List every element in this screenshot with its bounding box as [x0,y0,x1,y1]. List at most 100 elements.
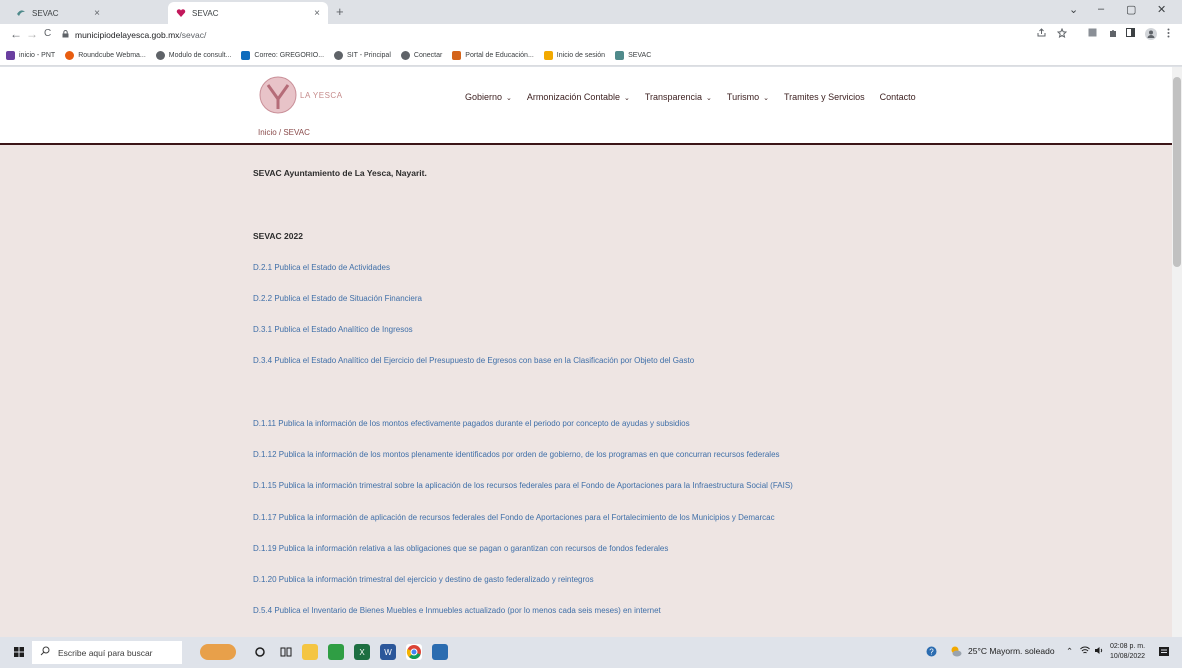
profile-avatar-icon[interactable] [1145,28,1157,43]
chrome-icon[interactable] [406,644,422,660]
excel-icon[interactable]: X [354,644,370,660]
document-link[interactable]: D.1.19 Publica la información relativa a… [253,544,668,553]
wifi-icon[interactable] [1080,646,1090,657]
page-scrollbar[interactable] [1172,67,1182,637]
bookmark-item[interactable]: Portal de Educación... [452,51,534,60]
document-link[interactable]: D.3.1 Publica el Estado Analítico de Ing… [253,325,413,334]
page-viewport: LA YESCA Gobierno ⌄ Armonización Contable… [0,67,1182,637]
section-heading: SEVAC 2022 [253,231,303,241]
bookmark-label: Inicio de sesión [556,52,606,59]
share-icon[interactable] [1037,28,1046,40]
close-tab-icon[interactable]: × [94,8,100,19]
bookmark-item[interactable]: inicio - PNT [6,51,55,60]
bookmark-item[interactable]: Roundcube Webma... [65,51,146,60]
minimize-button[interactable]: – [1098,3,1104,15]
extensions-puzzle-icon[interactable] [1108,28,1118,41]
nav-label: Tramites y Servicios [783,92,865,102]
chevron-down-icon: ⌄ [763,95,769,102]
nav-contacto[interactable]: Contacto [880,92,916,102]
system-clock[interactable]: 02:08 p. m. 10/08/2022 [1110,642,1145,662]
tab-search-icon[interactable]: ⌄ [1069,3,1078,16]
globe-icon [155,51,165,60]
document-link[interactable]: D.1.12 Publica la información de los mon… [253,450,780,459]
nav-label: Contacto [879,92,916,102]
document-link[interactable]: D.3.4 Publica el Estado Analítico del Ej… [253,356,694,365]
nav-transparencia[interactable]: Transparencia ⌄ [645,92,712,102]
notifications-icon[interactable] [1158,646,1170,660]
help-icon[interactable]: ? [926,646,937,659]
address-bar[interactable]: municipiodelayesca.gob.mx/sevac/ [62,26,1032,44]
bookmark-item[interactable]: Inicio de sesión [543,51,606,60]
bookmark-label: SEVAC [628,52,652,59]
restore-button[interactable]: ▢ [1126,3,1136,16]
bookmark-star-icon[interactable] [1056,27,1068,41]
windows-start-icon[interactable] [14,647,24,660]
search-icon [40,646,50,659]
bookmark-item[interactable]: SIT - Principal [334,51,391,60]
clock-time: 02:08 p. m. [1110,643,1146,650]
login-icon [543,51,553,60]
document-link[interactable]: D.2.1 Publica el Estado de Actividades [253,263,390,272]
breadcrumb[interactable]: Inicio / SEVAC [258,128,310,137]
tab-title: SEVAC [192,8,219,18]
nav-armonizacion-contable[interactable]: Armonización Contable ⌄ [527,92,630,102]
bookmark-item[interactable]: Correo: GREGORIO... [241,51,324,60]
nav-gobierno[interactable]: Gobierno ⌄ [465,92,512,102]
sevac-favicon-icon [16,8,26,18]
show-hidden-icons-icon[interactable]: ⌃ [1066,646,1073,657]
weather-icon[interactable] [950,646,962,659]
file-explorer-icon[interactable] [302,644,318,660]
side-panel-icon[interactable] [1126,28,1135,40]
globe-icon [400,51,410,60]
bookmark-item[interactable]: Conectar [400,51,442,60]
roundcube-icon [65,51,75,60]
education-icon [452,51,462,60]
reload-button[interactable]: C [44,28,51,39]
document-link[interactable]: D.1.11 Publica la información de los mon… [253,419,690,428]
document-link[interactable]: D.5.4 Publica el Inventario de Bienes Mu… [253,606,661,615]
photos-app-icon[interactable] [432,644,448,660]
bookmark-item[interactable]: SEVAC [615,51,651,60]
browser-tab-2-active[interactable]: SEVAC × [168,2,328,24]
new-tab-button[interactable]: + [336,4,344,19]
nav-turismo[interactable]: Turismo ⌄ [727,92,769,102]
volume-icon[interactable] [1094,646,1104,657]
lock-icon [62,30,69,40]
browser-menu-icon[interactable] [1167,28,1170,41]
bookmark-label: Roundcube Webma... [78,52,146,59]
extension-icon[interactable] [1088,28,1097,40]
document-link[interactable]: D.1.17 Publica la información de aplicac… [253,513,775,522]
navigation-bar: ← → C municipiodelayesca.gob.mx/sevac/ [0,24,1182,46]
page-title: SEVAC Ayuntamiento de La Yesca, Nayarit. [253,168,427,178]
tab-title: SEVAC [32,8,59,18]
download-app-icon[interactable] [328,644,344,660]
task-view-icon[interactable] [252,644,268,660]
bookmark-label: Portal de Educación... [465,52,534,59]
close-tab-icon[interactable]: × [314,8,320,19]
site-header: LA YESCA Gobierno ⌄ Armonización Contable… [0,67,1172,143]
task-view-icon[interactable] [278,644,294,660]
scrollbar-thumb[interactable] [1173,77,1181,267]
close-window-button[interactable]: ✕ [1157,3,1166,16]
chevron-down-icon: ⌄ [506,95,512,102]
word-icon[interactable]: W [380,644,396,660]
main-navigation: Gobierno ⌄ Armonización Contable ⌄ Transpa… [465,92,931,102]
document-link[interactable]: D.1.15 Publica la información trimestral… [253,481,793,490]
outlook-icon [241,51,251,60]
widgets-icon[interactable] [200,644,236,660]
sevac-icon [615,51,625,60]
forward-button[interactable]: → [26,27,38,41]
nav-label: Turismo [726,92,760,102]
pnt-icon [6,51,15,60]
logo-text: LA YESCA [300,91,343,100]
la-yesca-logo-icon[interactable] [258,75,298,115]
bookmark-item[interactable]: Modulo de consult... [155,51,231,60]
document-link[interactable]: D.1.20 Publica la información trimestral… [253,575,594,584]
document-link[interactable]: D.2.2 Publica el Estado de Situación Fin… [253,294,422,303]
browser-tab-1[interactable]: SEVAC × [8,2,108,24]
back-button[interactable]: ← [10,27,22,41]
nav-tramites-servicios[interactable]: Tramites y Servicios [784,92,865,102]
chevron-down-icon: ⌄ [623,95,630,102]
taskbar-search-box[interactable]: Escribe aquí para buscar [32,641,182,664]
weather-text[interactable]: 25°C Mayorm. soleado [968,646,1055,656]
